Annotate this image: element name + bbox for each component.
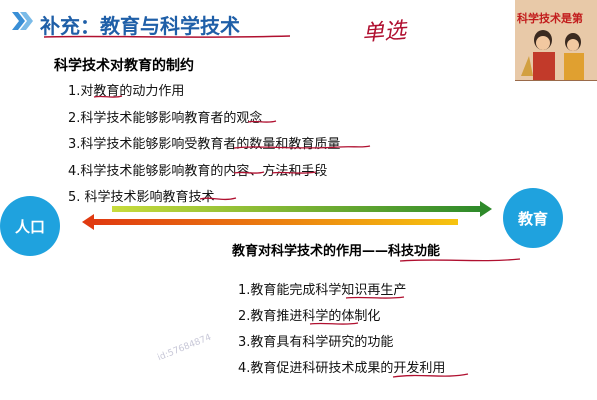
chevron-right-icon: [12, 12, 33, 30]
title-bar: 补充：教育与科学技术: [0, 6, 320, 38]
list-item: 3.教育具有科学研究的功能: [238, 335, 394, 350]
slide: 补充：教育与科学技术 单选 科学技术是第 科学技术对教育的制约 1.对教育的动力…: [0, 0, 597, 400]
title-underline-mark: [43, 35, 291, 38]
watermark: id:57684874: [156, 332, 213, 364]
section2-heading: 教育对科学技术的作用——科技功能: [232, 244, 441, 259]
list-item: 2.科学技术能够影响教育者的观念: [68, 110, 263, 126]
arrow-to-population: [82, 214, 458, 230]
list-item: 4.科学技术能够影响教育的内容、方法和手段: [68, 163, 328, 179]
list-item: 4.教育促进科研技术成果的开发利用: [238, 361, 446, 376]
poster-caption: 科学技术是第: [517, 12, 583, 25]
poster-image: 科学技术是第: [515, 0, 597, 81]
education-circle: 教育: [503, 188, 563, 248]
section1-heading: 科学技术对教育的制约: [54, 58, 194, 74]
poster-figures-icon: [521, 30, 584, 80]
arrow-to-education: [112, 201, 492, 217]
section2-list: 1.教育能完成科学知识再生产 2.教育推进科学的体制化 3.教育具有科学研究的功…: [238, 279, 445, 383]
section1-list: 1.对教育的动力作用 2.科学技术能够影响教育者的观念 3.科学技术能够影响受教…: [68, 80, 340, 213]
list-item: 2.教育推进科学的体制化: [238, 309, 381, 324]
list-item: 3.科学技术能够影响受教育者的数量和教育质量: [68, 137, 341, 152]
list-item: 1.教育能完成科学知识再生产: [238, 283, 407, 298]
handwritten-note: 单选: [361, 18, 408, 47]
population-circle: 人口: [0, 196, 60, 256]
list-item: 1.对教育的动力作用: [68, 84, 185, 99]
